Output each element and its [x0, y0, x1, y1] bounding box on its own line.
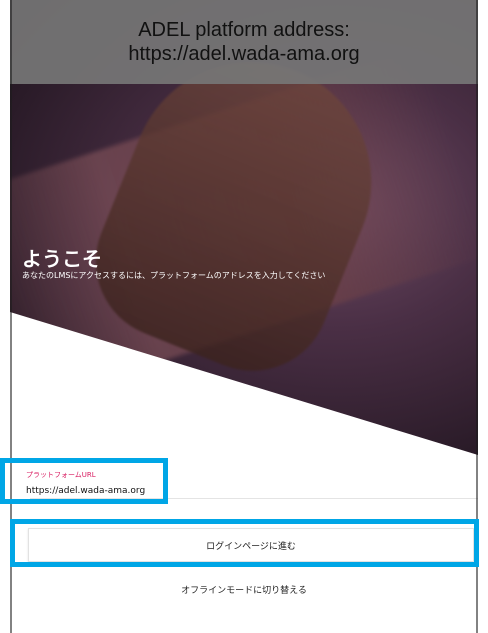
platform-url-label: プラットフォームURL [26, 471, 96, 479]
banner-line-1: ADEL platform address: [138, 19, 350, 41]
welcome-subtitle: あなたのLMSにアクセスするには、プラットフォームのアドレスを入力してください [22, 271, 326, 280]
app-screen: ADEL platform address: https://adel.wada… [10, 0, 478, 633]
platform-address-banner: ADEL platform address: https://adel.wada… [10, 0, 478, 84]
proceed-to-login-button[interactable]: ログインページに進む [28, 528, 474, 562]
proceed-to-login-label: ログインページに進む [206, 541, 296, 552]
welcome-title: ようこそ [22, 247, 102, 271]
platform-url-field[interactable]: プラットフォームURL https://adel.wada-ama.org [20, 462, 168, 502]
platform-url-input[interactable]: https://adel.wada-ama.org [26, 486, 145, 496]
screen-right-edge [476, 0, 478, 633]
field-divider [30, 498, 478, 499]
screen-left-edge [10, 0, 12, 633]
switch-offline-mode-link[interactable]: オフラインモードに切り替える [10, 583, 478, 596]
banner-line-2: https://adel.wada-ama.org [128, 43, 360, 65]
